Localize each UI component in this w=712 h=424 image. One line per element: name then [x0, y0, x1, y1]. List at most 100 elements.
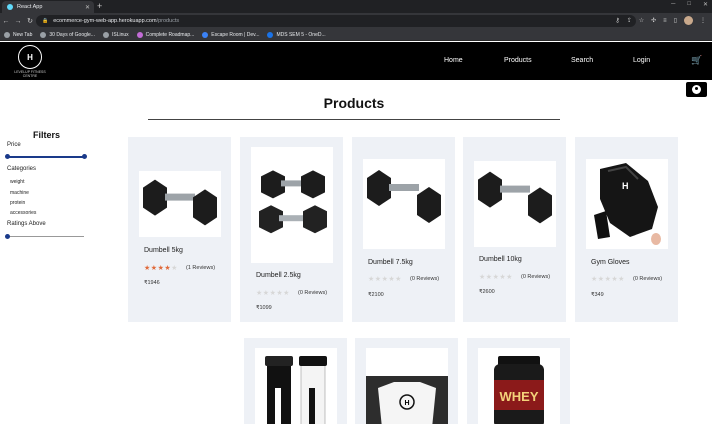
title-divider [148, 119, 560, 120]
bookmark-item[interactable]: MDS SEM 5 - OneD... [267, 31, 326, 38]
category-accessories[interactable]: accessories [10, 210, 36, 216]
bookmark-item[interactable]: ISLinux [102, 31, 129, 38]
star-icon: ★ [262, 290, 270, 297]
url-host: ecommerce-gym-web-app.herokuapp.com [53, 18, 157, 24]
product-card[interactable]: H Gym Gloves ★★★★★ (0 Reviews) ₹349 [575, 137, 678, 322]
star-icon: ★ [591, 276, 598, 283]
nav-home[interactable]: Home [444, 57, 463, 64]
review-count: (1 Reviews) [186, 265, 216, 271]
product-card[interactable] [244, 338, 347, 424]
price-slider[interactable] [5, 154, 87, 160]
puzzle-icon[interactable]: ✣ [651, 17, 656, 24]
rating-stars: ★★★★★ [256, 289, 290, 297]
product-name[interactable]: Dumbell 7.5kg [368, 259, 413, 266]
user-account-button[interactable] [686, 82, 707, 97]
bookmarks-bar: New Tab 30 Days of Google... ISLinux Com… [0, 29, 712, 41]
ratings-handle[interactable] [5, 234, 10, 239]
bookmark-item[interactable]: New Tab [4, 31, 32, 38]
svg-text:H: H [404, 400, 409, 407]
product-name[interactable]: Dumbell 2.5kg [256, 272, 301, 279]
product-card[interactable]: WHEY [467, 338, 570, 424]
bookmark-item[interactable]: Complete Roadmap... [136, 31, 194, 38]
category-protein[interactable]: protein [10, 200, 25, 206]
sidebar-icon[interactable]: ▯ [674, 17, 677, 24]
product-price: ₹1099 [256, 305, 272, 311]
star-icon: ★ [485, 274, 493, 281]
star-icon: ★ [597, 276, 605, 283]
product-card[interactable]: Dumbell 7.5kg ★★★★★ (0 Reviews) ₹2100 [352, 137, 455, 322]
maximize-icon[interactable]: □ [687, 1, 691, 8]
tab-title: React App [17, 4, 43, 10]
logo-icon[interactable]: H [18, 45, 42, 69]
new-tab-icon[interactable]: + [97, 1, 102, 12]
categories-label: Categories [7, 166, 37, 172]
star-icon: ★ [256, 290, 263, 297]
url-input[interactable]: 🔒 ecommerce-gym-web-app.herokuapp.com/pr… [36, 15, 636, 27]
filters-title: Filters [33, 130, 61, 140]
product-price: ₹2600 [479, 289, 495, 295]
product-image [363, 159, 445, 249]
url-path: /products [156, 18, 180, 24]
close-window-icon[interactable]: ✕ [703, 1, 708, 8]
rating-stars: ★★★★★ [368, 275, 402, 283]
product-image: WHEY [478, 348, 560, 424]
product-card[interactable]: Dumbell 5kg ★★★★★ (1 Reviews) ₹1946 [128, 137, 231, 322]
price-min-handle[interactable] [5, 154, 10, 160]
rating-stars: ★★★★★ [144, 264, 178, 272]
forward-icon[interactable]: → [12, 18, 24, 25]
browser-tab-bar: React App ✕ + ─ □ ✕ [0, 0, 712, 13]
lock-icon: 🔒 [42, 18, 49, 24]
ratings-slider[interactable] [5, 234, 84, 239]
back-icon[interactable]: ← [0, 18, 12, 25]
product-price: ₹2100 [368, 292, 384, 298]
category-weight[interactable]: weight [10, 179, 24, 185]
user-icon [692, 85, 701, 94]
product-card[interactable]: H [355, 338, 458, 424]
product-price: ₹1946 [144, 280, 160, 286]
product-name[interactable]: Gym Gloves [591, 259, 630, 266]
review-count: (0 Reviews) [521, 274, 551, 280]
category-machine[interactable]: machine [10, 190, 29, 196]
app-navbar: H LEVELUP FITNESS CENTRE Home Products S… [0, 42, 712, 80]
product-name[interactable]: Dumbell 10kg [479, 256, 522, 263]
nav-login[interactable]: Login [633, 57, 650, 64]
nav-products[interactable]: Products [504, 57, 532, 64]
bookmark-item[interactable]: Escape Room | Dev... [202, 31, 259, 38]
cart-icon[interactable]: 🛒 [691, 55, 702, 66]
close-tab-icon[interactable]: ✕ [85, 4, 90, 11]
product-card[interactable]: Dumbell 2.5kg ★★★★★ (0 Reviews) ₹1099 [240, 137, 343, 322]
star-icon: ★ [479, 274, 486, 281]
window-controls: ─ □ ✕ [671, 1, 708, 8]
nav-search[interactable]: Search [571, 57, 593, 64]
product-name[interactable]: Dumbell 5kg [144, 247, 183, 254]
svg-text:H: H [622, 181, 629, 191]
logo-text: LEVELUP FITNESS CENTRE [14, 70, 46, 78]
onedrive-icon [267, 31, 274, 38]
star-icon: ★ [144, 265, 151, 272]
minimize-icon[interactable]: ─ [671, 1, 675, 8]
svg-text:WHEY: WHEY [500, 389, 539, 404]
linux-icon [102, 31, 109, 38]
rating-stars: ★★★★★ [479, 273, 513, 281]
reload-icon[interactable]: ↻ [24, 17, 36, 25]
price-max-handle[interactable] [82, 154, 87, 160]
product-image [251, 147, 333, 263]
share-icon[interactable]: ⇪ [627, 17, 632, 24]
dev-icon [202, 31, 209, 38]
bookmark-item[interactable]: 30 Days of Google... [40, 31, 95, 38]
star-bookmark-icon[interactable]: ☆ [639, 17, 644, 24]
menu-list-icon[interactable]: ≡ [663, 18, 667, 24]
browser-tab[interactable]: React App ✕ [2, 1, 94, 13]
review-count: (0 Reviews) [298, 290, 328, 296]
key-icon[interactable]: ⚷ [615, 17, 619, 24]
product-card[interactable]: Dumbell 10kg ★★★★★ (0 Reviews) ₹2600 [463, 137, 566, 322]
kebab-menu-icon[interactable]: ⋮ [700, 17, 706, 24]
product-image: H [586, 159, 668, 249]
react-favicon-icon [7, 4, 13, 10]
profile-avatar[interactable] [684, 16, 693, 25]
star-icon: ★ [283, 290, 290, 297]
star-icon: ★ [171, 265, 178, 272]
product-image [255, 348, 337, 424]
product-price: ₹349 [591, 292, 604, 298]
star-icon: ★ [506, 274, 513, 281]
